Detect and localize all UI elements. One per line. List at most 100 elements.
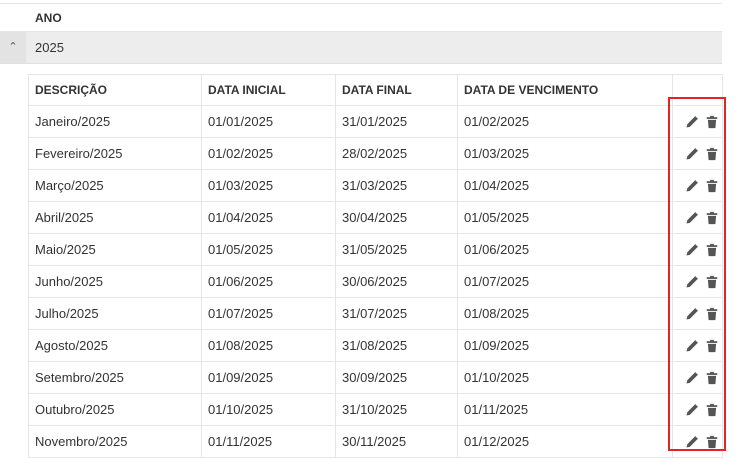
row-actions bbox=[672, 137, 723, 170]
cell-descricao: Abril/2025 bbox=[28, 201, 202, 234]
row-actions bbox=[672, 329, 723, 362]
table-row[interactable]: Setembro/2025 01/09/2025 30/09/2025 01/10/2… bbox=[28, 361, 723, 394]
column-header-data-final[interactable]: DATA FINAL bbox=[335, 74, 458, 106]
column-header-descricao[interactable]: DESCRIÇÃO bbox=[28, 74, 202, 106]
table-header-row: DESCRIÇÃO DATA INICIAL DATA FINAL DATA D… bbox=[28, 74, 723, 106]
cell-inicial: 01/11/2025 bbox=[201, 425, 336, 458]
trash-icon[interactable] bbox=[705, 307, 719, 321]
trash-icon[interactable] bbox=[705, 371, 719, 385]
row-actions bbox=[672, 361, 723, 394]
pencil-icon[interactable] bbox=[685, 307, 699, 321]
row-actions bbox=[672, 201, 723, 234]
pencil-icon[interactable] bbox=[685, 243, 699, 257]
trash-icon[interactable] bbox=[705, 115, 719, 129]
cell-descricao: Janeiro/2025 bbox=[28, 105, 202, 138]
cell-descricao: Junho/2025 bbox=[28, 265, 202, 298]
cell-vencimento: 01/08/2025 bbox=[457, 297, 673, 330]
table-row[interactable]: Novembro/2025 01/11/2025 30/11/2025 01/12/2… bbox=[28, 425, 723, 458]
table-row[interactable]: Abril/2025 01/04/2025 30/04/2025 01/05/2025 bbox=[28, 201, 723, 234]
cell-inicial: 01/06/2025 bbox=[201, 265, 336, 298]
table-row[interactable]: Julho/2025 01/07/2025 31/07/2025 01/08/2025 bbox=[28, 297, 723, 330]
cell-inicial: 01/02/2025 bbox=[201, 137, 336, 170]
cell-final: 30/04/2025 bbox=[335, 201, 458, 234]
cell-descricao: Agosto/2025 bbox=[28, 329, 202, 362]
table-row[interactable]: Março/2025 01/03/2025 31/03/2025 01/04/2025 bbox=[28, 169, 723, 202]
cell-inicial: 01/01/2025 bbox=[201, 105, 336, 138]
pencil-icon[interactable] bbox=[685, 211, 699, 225]
cell-vencimento: 01/06/2025 bbox=[457, 233, 673, 266]
cell-final: 30/09/2025 bbox=[335, 361, 458, 394]
pencil-icon[interactable] bbox=[685, 435, 699, 449]
cell-inicial: 01/05/2025 bbox=[201, 233, 336, 266]
row-actions bbox=[672, 393, 723, 426]
cell-vencimento: 01/12/2025 bbox=[457, 425, 673, 458]
trash-icon[interactable] bbox=[705, 179, 719, 193]
row-actions bbox=[672, 265, 723, 298]
trash-icon[interactable] bbox=[705, 435, 719, 449]
group-header-label: ANO bbox=[35, 11, 62, 25]
cell-inicial: 01/08/2025 bbox=[201, 329, 336, 362]
pencil-icon[interactable] bbox=[685, 403, 699, 417]
group-header: ANO bbox=[0, 3, 722, 32]
table-row[interactable]: Maio/2025 01/05/2025 31/05/2025 01/06/2025 bbox=[28, 233, 723, 266]
cell-vencimento: 01/11/2025 bbox=[457, 393, 673, 426]
cell-descricao: Novembro/2025 bbox=[28, 425, 202, 458]
trash-icon[interactable] bbox=[705, 211, 719, 225]
cell-final: 30/06/2025 bbox=[335, 265, 458, 298]
cell-vencimento: 01/05/2025 bbox=[457, 201, 673, 234]
cell-vencimento: 01/04/2025 bbox=[457, 169, 673, 202]
cell-vencimento: 01/07/2025 bbox=[457, 265, 673, 298]
cell-inicial: 01/04/2025 bbox=[201, 201, 336, 234]
pencil-icon[interactable] bbox=[685, 147, 699, 161]
cell-descricao: Outubro/2025 bbox=[28, 393, 202, 426]
pencil-icon[interactable] bbox=[685, 275, 699, 289]
cell-descricao: Fevereiro/2025 bbox=[28, 137, 202, 170]
cell-final: 30/11/2025 bbox=[335, 425, 458, 458]
cell-descricao: Julho/2025 bbox=[28, 297, 202, 330]
grid: ANO ⌃ 2025 DESCRIÇÃO DATA INICIAL DATA F… bbox=[0, 0, 723, 458]
group-row-2025[interactable]: ⌃ 2025 bbox=[0, 32, 722, 64]
trash-icon[interactable] bbox=[705, 243, 719, 257]
chevron-up-icon[interactable]: ⌃ bbox=[0, 32, 26, 63]
row-actions bbox=[672, 169, 723, 202]
cell-vencimento: 01/10/2025 bbox=[457, 361, 673, 394]
cell-final: 31/10/2025 bbox=[335, 393, 458, 426]
column-header-actions bbox=[672, 74, 723, 106]
pencil-icon[interactable] bbox=[685, 371, 699, 385]
cell-final: 31/03/2025 bbox=[335, 169, 458, 202]
cell-vencimento: 01/02/2025 bbox=[457, 105, 673, 138]
cell-final: 31/08/2025 bbox=[335, 329, 458, 362]
cell-descricao: Maio/2025 bbox=[28, 233, 202, 266]
column-header-data-vencimento[interactable]: DATA DE VENCIMENTO bbox=[457, 74, 673, 106]
row-actions bbox=[672, 297, 723, 330]
column-header-data-inicial[interactable]: DATA INICIAL bbox=[201, 74, 336, 106]
pencil-icon[interactable] bbox=[685, 339, 699, 353]
table-row[interactable]: Agosto/2025 01/08/2025 31/08/2025 01/09/202… bbox=[28, 329, 723, 362]
trash-icon[interactable] bbox=[705, 275, 719, 289]
trash-icon[interactable] bbox=[705, 403, 719, 417]
cell-vencimento: 01/03/2025 bbox=[457, 137, 673, 170]
periods-table: DESCRIÇÃO DATA INICIAL DATA FINAL DATA D… bbox=[28, 74, 723, 458]
table-row[interactable]: Outubro/2025 01/10/2025 31/10/2025 01/11/20… bbox=[28, 393, 723, 426]
cell-descricao: Setembro/2025 bbox=[28, 361, 202, 394]
cell-final: 31/05/2025 bbox=[335, 233, 458, 266]
row-actions bbox=[672, 233, 723, 266]
pencil-icon[interactable] bbox=[685, 115, 699, 129]
trash-icon[interactable] bbox=[705, 147, 719, 161]
group-row-value: 2025 bbox=[35, 40, 64, 55]
cell-vencimento: 01/09/2025 bbox=[457, 329, 673, 362]
trash-icon[interactable] bbox=[705, 339, 719, 353]
cell-inicial: 01/10/2025 bbox=[201, 393, 336, 426]
table-row[interactable]: Janeiro/2025 01/01/2025 31/01/2025 01/02/20… bbox=[28, 105, 723, 138]
row-actions bbox=[672, 105, 723, 138]
cell-final: 28/02/2025 bbox=[335, 137, 458, 170]
pencil-icon[interactable] bbox=[685, 179, 699, 193]
table-row[interactable]: Fevereiro/2025 01/02/2025 28/02/2025 01/03/… bbox=[28, 137, 723, 170]
cell-inicial: 01/07/2025 bbox=[201, 297, 336, 330]
cell-descricao: Março/2025 bbox=[28, 169, 202, 202]
cell-final: 31/01/2025 bbox=[335, 105, 458, 138]
row-actions bbox=[672, 425, 723, 458]
table-row[interactable]: Junho/2025 01/06/2025 30/06/2025 01/07/2025 bbox=[28, 265, 723, 298]
cell-inicial: 01/09/2025 bbox=[201, 361, 336, 394]
cell-final: 31/07/2025 bbox=[335, 297, 458, 330]
